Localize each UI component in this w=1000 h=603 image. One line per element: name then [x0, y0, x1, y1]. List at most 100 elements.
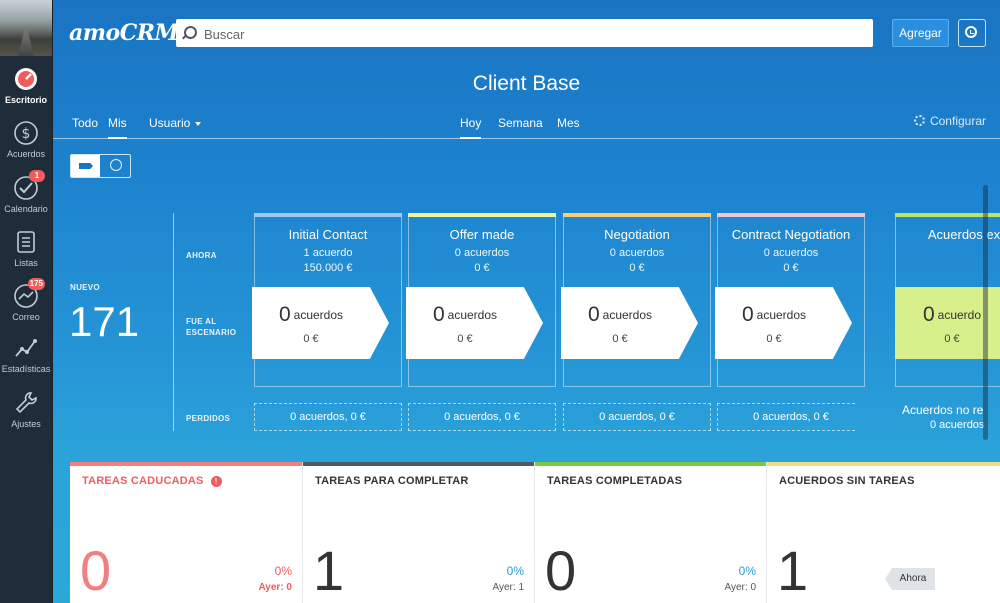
chart-view-button[interactable] — [101, 155, 130, 177]
moved-number: 0 — [741, 303, 754, 326]
sidebar-item-calendario[interactable]: 1 Calendario — [0, 170, 52, 229]
tab-mis[interactable]: Mis — [108, 116, 127, 139]
widget-overdue-tasks[interactable]: TAREAS CADUCADAS! 0 0% Ayer: 0 — [70, 462, 303, 603]
stage-moved-arrow: 0 acuerdos 0 € — [715, 287, 852, 359]
moved-number: 0 — [922, 303, 935, 326]
filter-bar: Todo Mis Usuario Hoy Semana Mes Configur… — [53, 110, 1000, 139]
moved-unit: acuerdos — [602, 308, 653, 322]
calendar-badge: 1 — [29, 170, 45, 182]
sidebar-item-listas[interactable]: Listas — [0, 229, 52, 283]
lost-deals-cell[interactable]: 0 acuerdos, 0 € — [254, 403, 402, 431]
sidebar-item-label: Calendario — [4, 204, 48, 214]
widget-title-text: TAREAS CADUCADAS — [82, 475, 204, 487]
sidebar-item-ajustes[interactable]: Ajustes — [0, 390, 52, 444]
mail-badge: 175 — [27, 278, 45, 290]
stage-count: 1 acuerdo — [303, 247, 353, 259]
moved-amount: 0 € — [766, 333, 782, 345]
widget-color-line — [767, 462, 1000, 466]
moved-count: 0 acuerdos — [252, 303, 370, 327]
sidebar-item-acuerdos[interactable]: $ Acuerdos — [0, 120, 52, 174]
moved-number: 0 — [432, 303, 445, 326]
lost-deals-cell[interactable]: 0 acuerdos, 0 € — [408, 403, 556, 431]
widget-title: TAREAS PARA COMPLETAR — [315, 475, 469, 487]
stage-amount: 0 € — [783, 262, 799, 274]
dashboard-icon — [13, 66, 39, 92]
widget-title: TAREAS CADUCADAS! — [82, 475, 222, 487]
pipeline-icon — [79, 163, 93, 169]
widget-color-line — [535, 462, 766, 466]
stage-moved-arrow: 0 acuerdos 0 € — [252, 287, 389, 359]
sidebar-item-correo[interactable]: 175 Correo — [0, 278, 52, 337]
widget-tasks-to-complete[interactable]: TAREAS PARA COMPLETAR 1 0% Ayer: 1 — [303, 462, 535, 603]
stage-amount: 0 € — [629, 262, 645, 274]
moved-unit: acuerdos — [447, 308, 498, 322]
now-tag: Ahora — [885, 568, 935, 590]
tab-hoy[interactable]: Hoy — [460, 116, 482, 139]
widget-color-line — [303, 462, 534, 466]
scrollbar[interactable] — [983, 185, 988, 440]
widget-yesterday: Ayer: 0 — [258, 582, 292, 593]
row-label-stage-line2: ESCENARIO — [186, 328, 237, 337]
moved-number: 0 — [278, 303, 291, 326]
moved-count: 0 acuerdos — [406, 303, 524, 327]
widget-title: ACUERDOS SIN TAREAS — [779, 475, 915, 487]
lost-deals-cell[interactable]: 0 acuerdos, 0 € — [563, 403, 711, 431]
sidebar-item-estadisticas[interactable]: Estadísticas — [0, 335, 52, 389]
stage-initial-contact[interactable]: Initial Contact 1 acuerdo 150.000 € 0 acu… — [252, 213, 402, 387]
stage-name: Initial Contact — [288, 227, 368, 242]
tab-semana[interactable]: Semana — [498, 116, 543, 137]
add-button[interactable]: Agregar — [892, 19, 949, 47]
sidebar: Escritorio $ Acuerdos 1 Calendario Lista… — [0, 0, 53, 603]
moved-count: 0 acuerdos — [561, 303, 679, 327]
divider — [173, 213, 174, 431]
moved-count: 0 acuerdos — [715, 303, 833, 327]
configure-button[interactable]: Configurar — [913, 114, 986, 128]
logo: amoCRM. — [69, 20, 186, 46]
svg-text:$: $ — [22, 126, 31, 142]
widget-deals-without-tasks[interactable]: ACUERDOS SIN TAREAS 1 — [767, 462, 1000, 603]
tab-mes[interactable]: Mes — [557, 116, 580, 137]
search-box[interactable] — [176, 19, 877, 49]
lost-deals-cell[interactable]: 0 acuerdos, 0 € — [717, 403, 865, 431]
search-input[interactable] — [202, 19, 877, 49]
moved-amount: 0 € — [457, 333, 473, 345]
history-button[interactable] — [958, 19, 986, 47]
widget-value: 1 — [313, 539, 345, 602]
main-area: amoCRM. Agregar Client Base Todo Mis Usu… — [53, 0, 1000, 603]
stage-count: 0 acuerdos — [609, 247, 665, 259]
view-toggle — [70, 154, 131, 178]
widget-value: 0 — [545, 539, 577, 602]
avatar[interactable] — [0, 0, 52, 56]
pipeline-view-button[interactable] — [71, 155, 100, 177]
stage-name: Contract Negotiation — [731, 227, 851, 242]
sidebar-item-label: Ajustes — [11, 419, 41, 429]
moved-unit: acuerdo — [937, 308, 982, 322]
sidebar-item-label: Estadísticas — [1, 364, 51, 374]
widget-yesterday: Ayer: 1 — [492, 582, 525, 593]
widget-value: 0 — [80, 539, 112, 602]
gear-icon — [913, 115, 925, 126]
sidebar-item-label: Correo — [12, 312, 40, 322]
widget-yesterday: Ayer: 0 — [724, 582, 757, 593]
widget-percent: 0% — [738, 564, 756, 578]
stage-moved-arrow: 0 acuerdos 0 € — [561, 287, 698, 359]
user-dropdown[interactable]: Usuario — [149, 116, 202, 137]
check-icon: 1 — [13, 170, 45, 201]
configure-label: Configurar — [929, 114, 986, 128]
row-label-lost: PERDIDOS — [186, 414, 231, 423]
stage-offer-made[interactable]: Offer made 0 acuerdos 0 € 0 acuerdos 0 € — [406, 213, 556, 387]
moved-amount: 0 € — [612, 333, 628, 345]
sidebar-item-escritorio[interactable]: Escritorio — [0, 66, 52, 120]
top-bar: amoCRM. Agregar — [53, 0, 1000, 66]
new-count: 171 — [69, 298, 140, 345]
stage-amount: 0 € — [474, 262, 490, 274]
stage-negotiation[interactable]: Negotiation 0 acuerdos 0 € 0 acuerdos 0 € — [561, 213, 711, 387]
widget-percent: 0% — [506, 564, 524, 578]
tab-todo[interactable]: Todo — [72, 116, 98, 137]
widget-completed-tasks[interactable]: TAREAS COMPLETADAS 0 0% Ayer: 0 — [535, 462, 767, 603]
wrench-icon — [13, 390, 39, 416]
sidebar-item-label: Acuerdos — [6, 149, 46, 159]
stage-name: Negotiation — [604, 227, 670, 242]
stage-contract-negotiation[interactable]: Contract Negotiation 0 acuerdos 0 € 0 acu… — [715, 213, 865, 387]
moved-unit: acuerdos — [293, 308, 344, 322]
